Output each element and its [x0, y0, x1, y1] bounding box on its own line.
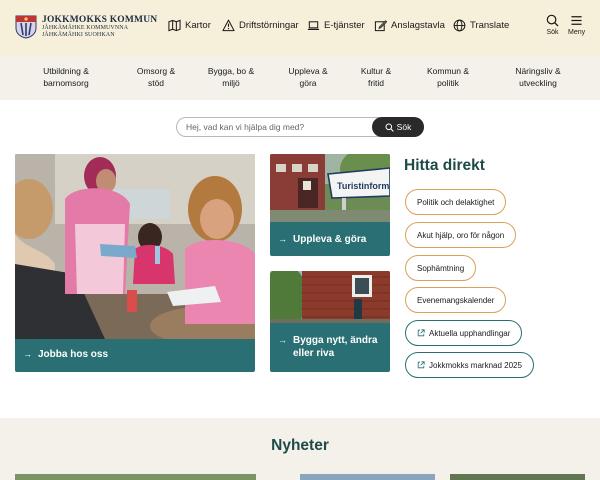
quick-link-politik-label: Politik och delaktighet: [417, 197, 495, 207]
card-jobba-text: Jobba hos oss: [38, 349, 109, 360]
quick-link-akut-hjalp[interactable]: Akut hjälp, oro för någon: [405, 222, 517, 248]
quick-link-sophamtning[interactable]: Sophämtning: [405, 255, 477, 281]
tool-anslagstavla[interactable]: Anslagstavla: [374, 19, 445, 32]
tool-translate-label: Translate: [470, 20, 510, 31]
external-link-icon: [417, 329, 425, 337]
search-bar: Hej, vad kan vi hjälpa dig med? Sök: [176, 117, 424, 137]
tool-etjanster[interactable]: E-tjänster: [307, 19, 365, 32]
menu-label: Meny: [568, 29, 586, 36]
nav-item-naringsliv[interactable]: Näringsliv & utveckling: [515, 65, 560, 89]
quick-link-akut-hjalp-label: Akut hjälp, oro för någon: [417, 230, 505, 240]
site-header: JOKKMOKKS KOMMUN JÅHKÅMÅHKE KOMMUVNNA JÅ…: [0, 0, 600, 55]
header-search-button[interactable]: Sök: [546, 14, 559, 36]
nav-item-kommun[interactable]: Kommun & politik: [427, 65, 469, 89]
card-jobba-label: → Jobba hos oss: [23, 348, 108, 361]
quick-link-sophamtning-label: Sophämtning: [417, 263, 465, 273]
nav-item-omsorg[interactable]: Omsorg & stöd: [137, 65, 175, 89]
menu-button[interactable]: Meny: [568, 14, 585, 36]
globe-icon: [453, 19, 466, 32]
red-house-photo: [270, 271, 390, 323]
tool-etjanster-label: E-tjänster: [324, 20, 365, 31]
news-thumb-2[interactable]: [300, 474, 435, 480]
card-bygga-nytt[interactable]: → Bygga nytt, ändra eller riva: [270, 271, 390, 372]
quick-link-evenemangskalender-label: Evenemangskalender: [417, 295, 495, 305]
quick-link-jokkmokks-marknad-label: Jokkmokks marknad 2025: [429, 360, 522, 370]
tool-anslagstavla-label: Anslagstavla: [391, 20, 445, 31]
news-section: Nyheter: [0, 418, 600, 480]
header-search-label: Sök: [546, 29, 559, 36]
card-uppleva-label: → Uppleva & göra: [278, 233, 366, 246]
arrow-right-icon: →: [278, 335, 287, 345]
news-thumb-1[interactable]: [15, 474, 256, 480]
quick-link-jokkmokks-marknad[interactable]: Jokkmokks marknad 2025: [405, 352, 534, 378]
map-icon: [168, 19, 181, 32]
warning-icon: [222, 19, 235, 32]
quick-link-upphandlingar[interactable]: Aktuella upphandlingar: [405, 320, 523, 346]
tool-kartor-label: Kartor: [185, 20, 211, 31]
card-uppleva-gora[interactable]: Turistinformat → Uppleva & göra: [270, 154, 390, 256]
tool-driftstorningar[interactable]: Driftstörningar: [222, 19, 299, 32]
search-submit-button[interactable]: Sök: [372, 117, 424, 137]
nurses-photo: [15, 154, 255, 339]
tourist-info-photo: Turistinformat: [270, 154, 390, 222]
tool-driftstorningar-label: Driftstörningar: [239, 20, 299, 31]
arrow-right-icon: →: [23, 349, 32, 359]
arrow-right-icon: →: [278, 234, 287, 244]
quick-link-politik[interactable]: Politik och delaktighet: [405, 189, 507, 215]
external-link-icon: [417, 361, 425, 369]
tool-translate[interactable]: Translate: [453, 19, 509, 32]
nav-item-kultur[interactable]: Kultur & fritid: [361, 65, 391, 89]
edit-icon: [374, 20, 387, 32]
news-thumb-3[interactable]: [450, 474, 585, 480]
hitta-direkt-heading: Hitta direkt: [404, 157, 485, 174]
news-heading: Nyheter: [271, 437, 329, 454]
quick-link-upphandlingar-label: Aktuella upphandlingar: [429, 328, 511, 338]
card-bygga-text: Bygga nytt, ändra eller riva: [293, 335, 378, 359]
search-icon: [546, 14, 559, 27]
card-bygga-label: → Bygga nytt, ändra eller riva: [278, 334, 388, 360]
tool-kartor[interactable]: Kartor: [168, 19, 211, 32]
quick-link-evenemangskalender[interactable]: Evenemangskalender: [405, 287, 507, 313]
main-navigation: Utbildning & barnomsorg Omsorg & stöd By…: [0, 55, 600, 100]
search-button-label: Sök: [396, 122, 412, 132]
sign-text: Turistinformat: [337, 181, 390, 191]
nav-item-utbildning[interactable]: Utbildning & barnomsorg: [43, 65, 89, 89]
nav-item-bygga[interactable]: Bygga, bo & miljö: [208, 65, 254, 89]
hamburger-icon: [571, 16, 582, 25]
card-uppleva-text: Uppleva & göra: [293, 234, 367, 245]
search-input[interactable]: Hej, vad kan vi hjälpa dig med?: [186, 122, 304, 132]
search-icon: [385, 122, 394, 132]
nav-item-uppleva[interactable]: Uppleva & göra: [288, 65, 327, 89]
laptop-icon: [307, 21, 320, 31]
card-jobba-hos-oss[interactable]: → Jobba hos oss: [15, 154, 255, 372]
